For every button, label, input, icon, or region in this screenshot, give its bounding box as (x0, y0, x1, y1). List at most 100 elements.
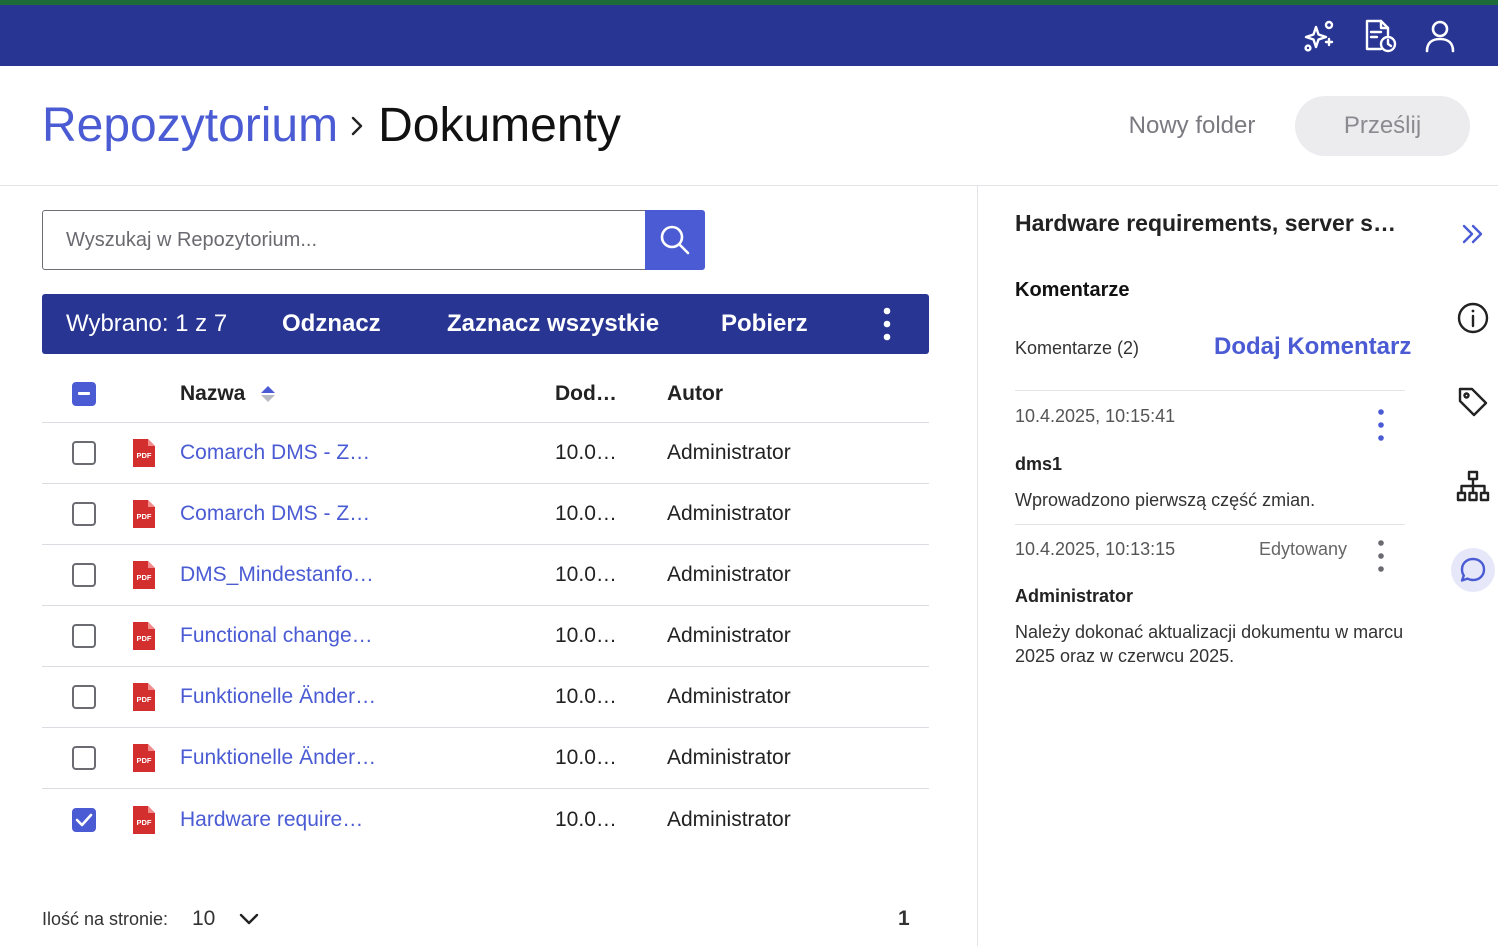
comment-timestamp: 10.4.2025, 10:13:15 (1015, 539, 1176, 559)
chevron-down-icon (239, 913, 259, 925)
comment-text: Należy dokonać aktualizacji dokumentu w … (1015, 622, 1404, 666)
per-page-label: Ilość na stronie: (42, 909, 169, 929)
row-checkbox[interactable] (72, 624, 96, 648)
table-header: Nazwa Dod… Autor (42, 365, 929, 423)
pdf-badge-label: PDF (137, 756, 152, 765)
table-row[interactable]: PDF Hardware require… 10.0… Administrator (42, 789, 929, 850)
document-name-link[interactable]: Comarch DMS - Z… (180, 484, 370, 544)
breadcrumb: Repozytorium Dokumenty (42, 96, 621, 156)
details-side-panel: Hardware requirements, server so… Koment… (977, 186, 1498, 946)
document-author: Administrator (667, 685, 791, 708)
sort-ascending-icon[interactable] (260, 384, 276, 404)
document-author: Administrator (667, 441, 791, 464)
table-body: PDF Comarch DMS - Z… 10.0… Administrator PDF… (42, 423, 929, 850)
upload-button[interactable]: Prześlij (1295, 96, 1470, 156)
comment-item: 10.4.2025, 10:13:15 Edytowany Administra… (1015, 524, 1405, 684)
pdf-badge-label: PDF (137, 634, 152, 643)
row-checkbox[interactable] (72, 563, 96, 587)
comment-item: 10.4.2025, 10:15:41 dms1 Wprowadzono pie… (1015, 390, 1405, 524)
document-author: Administrator (667, 563, 791, 586)
comment-author: Administrator (1015, 586, 1134, 606)
document-author: Administrator (667, 807, 791, 831)
download-button[interactable]: Pobierz (721, 294, 808, 354)
new-folder-button[interactable]: Nowy folder (1112, 96, 1272, 156)
search-input[interactable] (66, 228, 626, 252)
comments-count: Komentarze (2) (1015, 338, 1140, 358)
document-date: 10.0… (555, 624, 617, 647)
table-row[interactable]: PDF Comarch DMS - Z… 10.0… Administrator (42, 423, 929, 484)
document-history-icon[interactable] (1360, 17, 1398, 55)
top-app-bar (0, 5, 1498, 66)
document-name-link[interactable]: Functional change… (180, 606, 373, 666)
pdf-badge-label: PDF (137, 695, 152, 704)
pdf-badge-label: PDF (137, 512, 152, 521)
row-checkbox[interactable] (72, 685, 96, 709)
collapse-panel-icon[interactable] (1451, 212, 1495, 256)
deselect-button[interactable]: Odznacz (282, 294, 381, 354)
page-number[interactable]: 1 (898, 907, 910, 931)
pdf-file-icon: PDF (133, 789, 155, 850)
document-title: Hardware requirements, server so… (1015, 210, 1405, 236)
row-checkbox[interactable] (72, 746, 96, 770)
table-row[interactable]: PDF Comarch DMS - Z… 10.0… Administrator (42, 484, 929, 545)
document-name-link[interactable]: Funktionelle Änder… (180, 728, 376, 788)
column-header-author[interactable]: Autor (667, 365, 723, 422)
selection-action-bar: Wybrano: 1 z 7 Odznacz Zaznacz wszystkie… (42, 294, 929, 354)
pagination: Ilość na stronie: 10 1 (42, 890, 929, 946)
row-checkbox[interactable] (72, 502, 96, 526)
comment-edited-badge: Edytowany (1259, 539, 1348, 559)
hierarchy-icon[interactable] (1451, 464, 1495, 508)
add-comment-button[interactable]: Dodaj Komentarz (1214, 333, 1411, 361)
comments-icon[interactable] (1451, 548, 1495, 592)
table-row[interactable]: PDF Funktionelle Änder… 10.0… Administrator (42, 667, 929, 728)
row-checkbox[interactable] (72, 807, 96, 832)
pdf-file-icon: PDF (133, 484, 155, 544)
search-button[interactable] (645, 210, 705, 270)
document-name-link[interactable]: Comarch DMS - Z… (180, 423, 370, 483)
document-date: 10.0… (555, 807, 617, 831)
document-date: 10.0… (555, 502, 617, 525)
document-author: Administrator (667, 746, 791, 769)
document-name-link[interactable]: Funktionelle Änder… (180, 667, 376, 727)
info-icon[interactable] (1451, 296, 1495, 340)
pdf-badge-label: PDF (137, 818, 152, 827)
document-name-link[interactable]: DMS_Mindestanfo… (180, 545, 374, 605)
documents-table: Nazwa Dod… Autor PDF Comarch DMS - Z… 10.0… (42, 365, 929, 850)
pdf-badge-label: PDF (137, 573, 152, 582)
document-author: Administrator (667, 502, 791, 525)
select-all-button[interactable]: Zaznacz wszystkie (447, 294, 659, 354)
breadcrumb-repository-link[interactable]: Repozytorium (42, 96, 338, 156)
document-date: 10.0… (555, 746, 617, 769)
table-row[interactable]: PDF DMS_Mindestanfo… 10.0… Administrator (42, 545, 929, 606)
row-checkbox[interactable] (72, 441, 96, 465)
pdf-file-icon: PDF (133, 545, 155, 605)
comment-timestamp: 10.4.2025, 10:15:41 (1015, 406, 1176, 426)
column-header-name[interactable]: Nazwa (180, 365, 276, 422)
table-row[interactable]: PDF Functional change… 10.0… Administrator (42, 606, 929, 667)
comment-more-icon[interactable] (1367, 406, 1395, 444)
column-name-label: Nazwa (180, 381, 246, 405)
document-date: 10.0… (555, 685, 617, 708)
page-header: Repozytorium Dokumenty Nowy folder Prześ… (0, 66, 1498, 186)
pdf-file-icon: PDF (133, 728, 155, 788)
document-name-link[interactable]: Hardware require… (180, 789, 363, 850)
tag-icon[interactable] (1451, 380, 1495, 424)
table-row[interactable]: PDF Funktionelle Änder… 10.0… Administrator (42, 728, 929, 789)
select-all-checkbox[interactable] (72, 381, 96, 406)
ai-sparkles-icon[interactable] (1300, 17, 1338, 55)
comment-more-icon[interactable] (1367, 537, 1395, 575)
per-page-select[interactable]: 10 (192, 902, 272, 936)
comment-text: Wprowadzono pierwszą część zmian. (1015, 490, 1316, 510)
search-icon (660, 225, 690, 255)
pdf-file-icon: PDF (133, 667, 155, 727)
column-header-date[interactable]: Dod… (555, 365, 617, 422)
comments-section-title: Komentarze (1015, 279, 1130, 301)
page-title: Dokumenty (378, 99, 621, 152)
more-actions-icon[interactable] (872, 306, 902, 342)
chevron-right-icon (350, 115, 364, 137)
user-account-icon[interactable] (1421, 17, 1459, 55)
selection-count: Wybrano: 1 z 7 (66, 310, 228, 337)
document-date: 10.0… (555, 441, 617, 464)
per-page-value: 10 (192, 907, 216, 930)
comment-author: dms1 (1015, 454, 1063, 474)
